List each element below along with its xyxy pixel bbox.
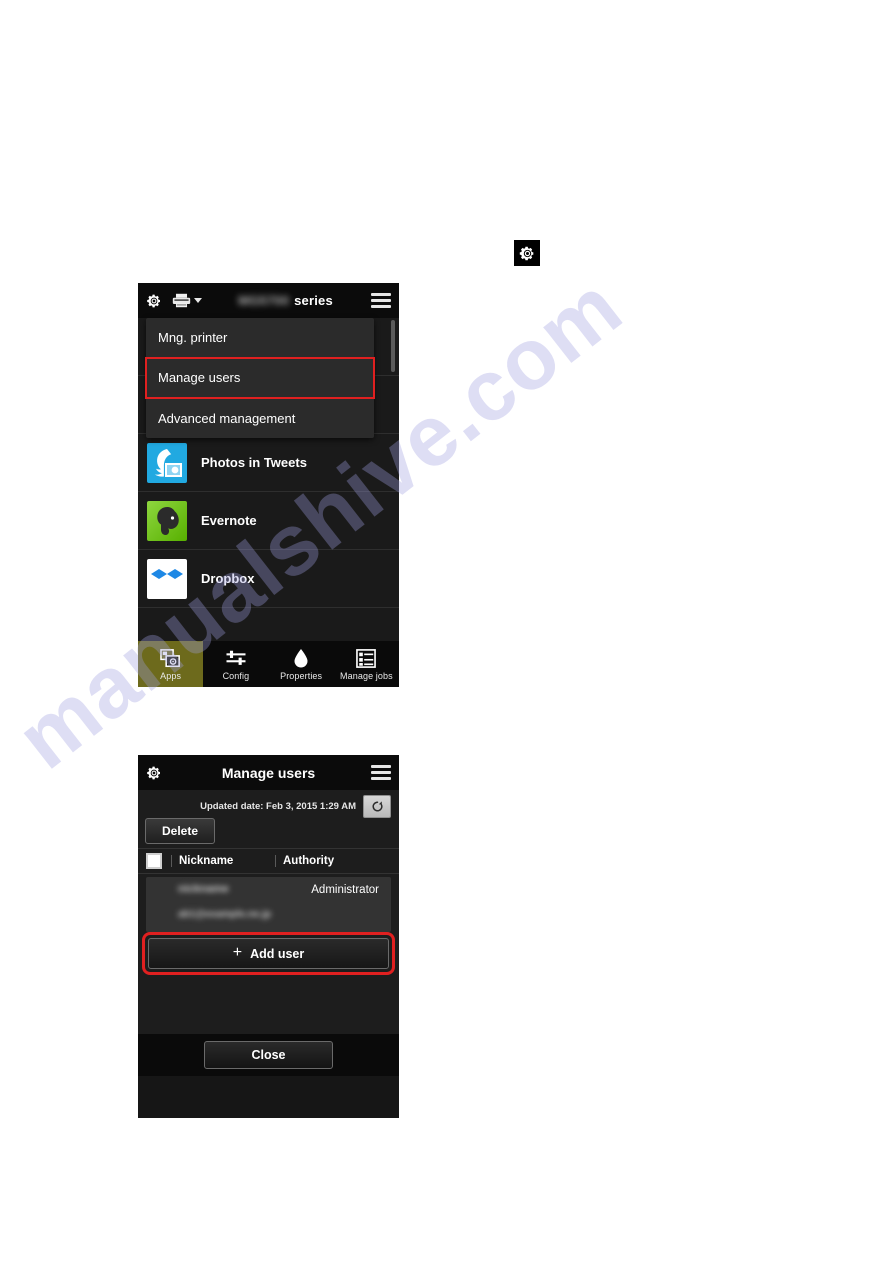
add-user-button[interactable]: + Add user <box>148 938 389 969</box>
list-item-label: Dropbox <box>201 571 255 586</box>
refresh-button[interactable] <box>363 794 391 818</box>
users-footer: Close <box>138 1034 399 1076</box>
apps-icon <box>160 647 181 669</box>
list-item[interactable]: Evernote <box>138 492 399 550</box>
close-button[interactable]: Close <box>204 1041 333 1069</box>
list-item[interactable]: Dropbox <box>138 550 399 608</box>
add-user-label: Add user <box>250 946 305 961</box>
add-user-highlight: + Add user <box>142 932 395 975</box>
nav-item-label: Apps <box>160 671 182 681</box>
apps-screen-panel: MG5700 series Facebook <box>138 283 399 687</box>
ink-drop-icon <box>293 647 309 669</box>
users-hamburger-icon[interactable] <box>371 765 391 780</box>
nav-item-apps[interactable]: Apps <box>138 641 204 687</box>
menu-item-manage-users[interactable]: Manage users <box>145 357 375 399</box>
user-email: ab1@example.ne.jp <box>178 909 272 920</box>
printer-model-name: MG5700 <box>238 293 290 308</box>
nav-item-label: Properties <box>280 671 323 681</box>
menu-item-mng-printer[interactable]: Mng. printer <box>146 318 374 358</box>
printer-series-label: series <box>294 293 333 308</box>
user-authority: Administrator <box>311 884 379 896</box>
table-row[interactable]: nickname Administrator ab1@example.ne.jp <box>146 877 391 932</box>
settings-gear-button[interactable] <box>146 765 162 781</box>
inline-gear-icon <box>514 240 540 266</box>
select-all-checkbox[interactable] <box>146 853 162 869</box>
printer-selector-button[interactable] <box>172 293 202 308</box>
printer-dropdown-caret-icon <box>194 298 202 303</box>
nav-item-manage-jobs[interactable]: Manage jobs <box>334 641 399 687</box>
column-header-authority: Authority <box>275 855 334 867</box>
bottom-navigation-bar: Apps Config Properties Manage jobs <box>138 641 399 687</box>
apps-hamburger-icon[interactable] <box>371 293 391 308</box>
plus-icon: + <box>232 943 243 961</box>
nav-item-label: Config <box>222 671 250 681</box>
column-header-nickname: Nickname <box>171 855 275 867</box>
app-list-scrollbar-thumb[interactable] <box>391 320 395 372</box>
updated-date-row: Updated date: Feb 3, 2015 1:29 AM <box>138 790 399 818</box>
page-title: Manage users <box>221 764 316 781</box>
menu-item-label: Advanced management <box>158 410 296 426</box>
menu-item-advanced-management[interactable]: Advanced management <box>146 398 374 438</box>
twitter-photos-icon <box>147 442 187 483</box>
watermark: manualshive.com <box>0 0 893 1263</box>
nav-item-properties[interactable]: Properties <box>269 641 334 687</box>
menu-item-label: Manage users <box>158 370 241 385</box>
apps-topbar: MG5700 series <box>138 283 399 318</box>
nav-item-label: Manage jobs <box>340 671 393 681</box>
nav-item-config[interactable]: Config <box>203 641 268 687</box>
checklist-icon <box>356 647 377 669</box>
list-item-label: Photos in Tweets <box>201 455 307 470</box>
menu-item-label: Mng. printer <box>158 330 228 345</box>
dropbox-icon <box>147 558 187 599</box>
list-item-label: Evernote <box>201 513 257 528</box>
settings-dropdown-menu: Mng. printer Manage users Advanced manag… <box>145 318 375 438</box>
users-table-header: Nickname Authority <box>138 848 399 874</box>
apps-panel-title: MG5700 series <box>206 293 365 308</box>
delete-row: Delete <box>138 816 399 848</box>
users-topbar: Manage users <box>138 755 399 790</box>
delete-button[interactable]: Delete <box>145 818 216 844</box>
updated-date-label: Updated date: Feb 3, 2015 1:29 AM <box>200 800 356 812</box>
settings-gear-button[interactable] <box>146 293 162 309</box>
evernote-icon <box>147 500 187 541</box>
list-item[interactable]: Photos in Tweets <box>138 434 399 492</box>
manage-users-panel: Manage users Updated date: Feb 3, 2015 1… <box>138 755 399 1118</box>
app-list-scrollbar[interactable] <box>391 318 397 687</box>
users-body: Updated date: Feb 3, 2015 1:29 AM Delete… <box>138 790 399 1076</box>
sliders-icon <box>225 647 247 669</box>
apps-body: Facebook Photos in Tweets <box>138 318 399 687</box>
